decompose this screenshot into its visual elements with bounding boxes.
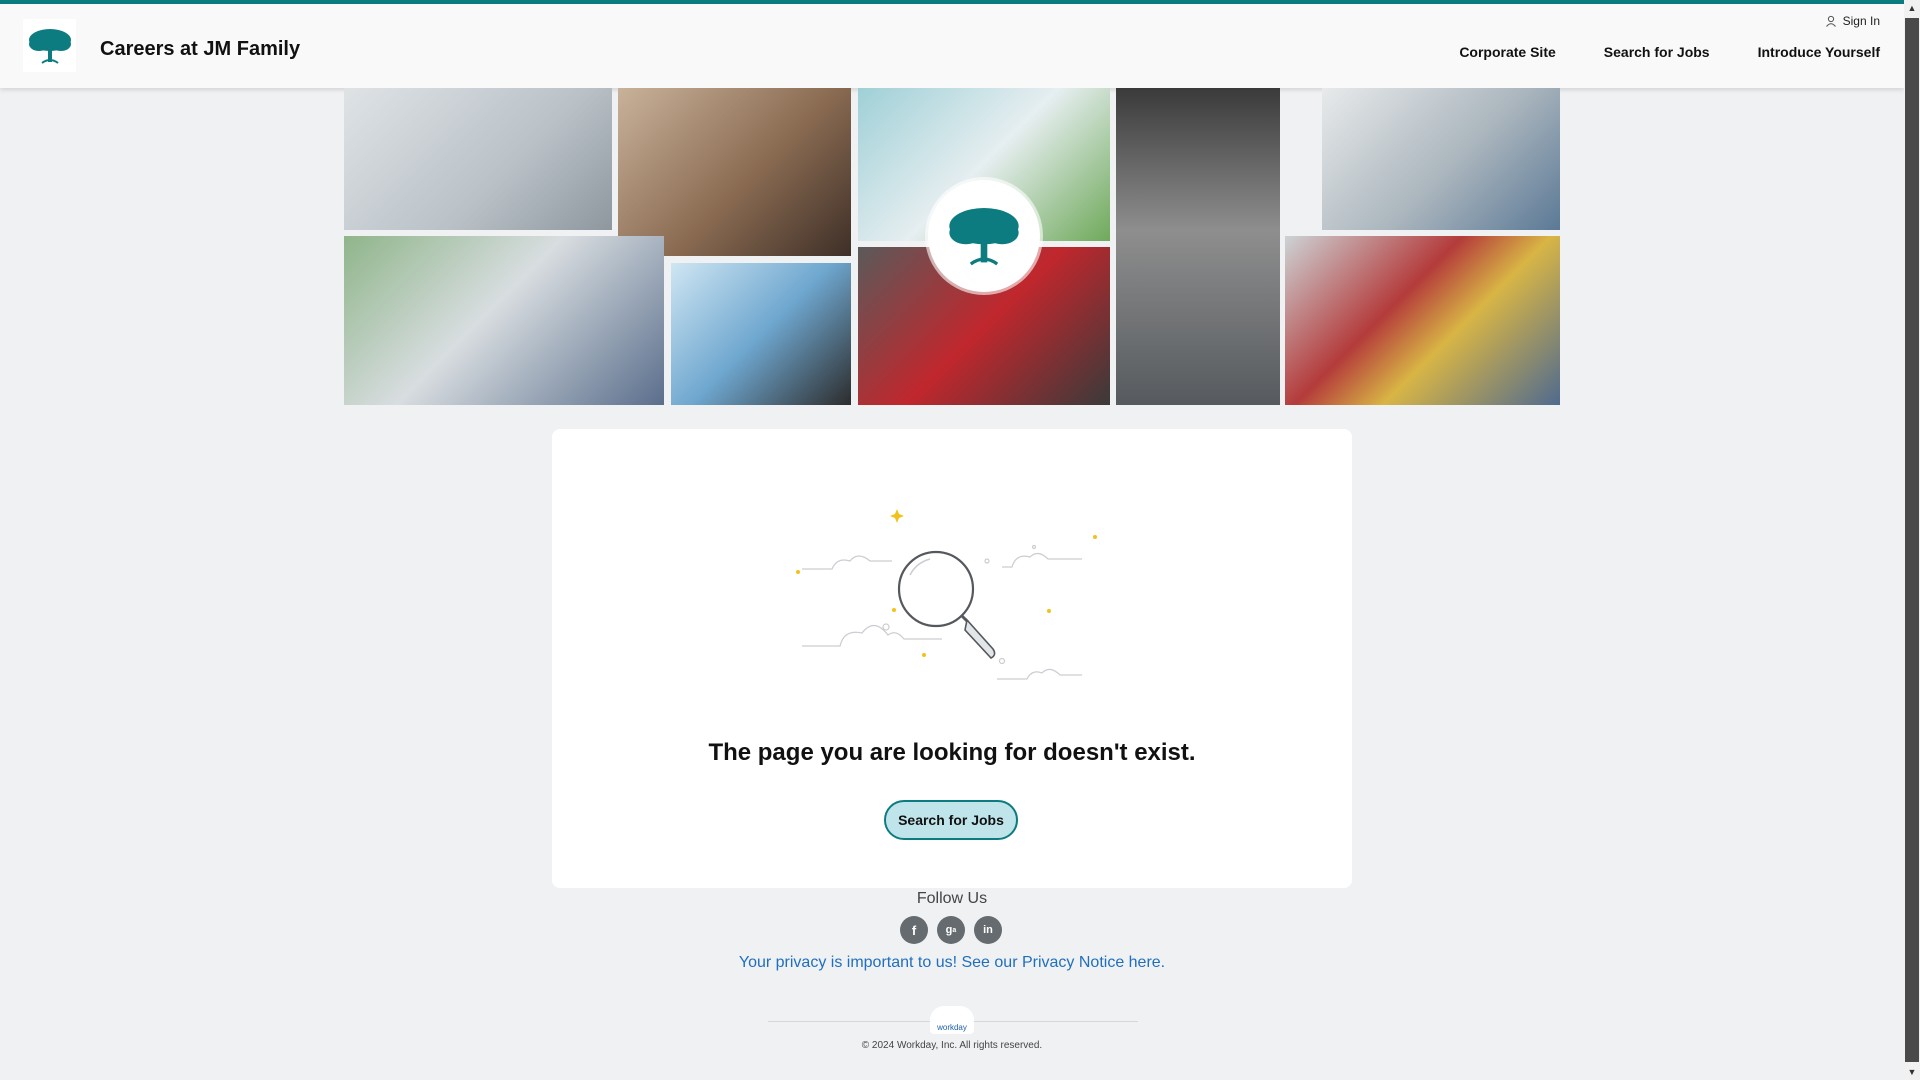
hero-photo-group-outdoor (344, 236, 664, 405)
hero-photo-chefs (618, 88, 851, 256)
nav-introduce-yourself[interactable]: Introduce Yourself (1758, 44, 1880, 60)
workday-logo: workday (930, 1006, 974, 1034)
site-title[interactable]: Careers at JM Family (100, 38, 300, 61)
sign-in-label: Sign In (1842, 14, 1880, 28)
nav-search-for-jobs[interactable]: Search for Jobs (1604, 44, 1710, 60)
company-logo[interactable] (23, 19, 76, 72)
user-icon (1825, 15, 1836, 27)
tree-icon (949, 207, 1019, 266)
page: Careers at JM Family Sign In Corporate S… (0, 0, 1904, 1080)
privacy-notice-link[interactable]: Your privacy is important to us! See our… (0, 954, 1904, 972)
site-header: Careers at JM Family Sign In Corporate S… (0, 4, 1904, 88)
hero-photo-technician (1116, 88, 1280, 405)
follow-us-label: Follow Us (916, 890, 988, 907)
copyright-text: © 2024 Workday, Inc. All rights reserved… (861, 1040, 1043, 1051)
error-title: The page you are looking for doesn't exi… (708, 739, 1196, 766)
hero-logo-badge (928, 180, 1040, 292)
search-for-jobs-button[interactable]: Search for Jobs (884, 800, 1018, 840)
sign-in-link[interactable]: Sign In (1825, 14, 1880, 28)
hero-photo-woman-laptop (671, 263, 851, 405)
scroll-up-arrow-icon[interactable]: ▲ (1904, 0, 1920, 16)
main-nav: Corporate Site Search for Jobs Introduce… (1459, 44, 1880, 60)
linkedin-icon[interactable]: in (974, 916, 1002, 944)
nav-corporate-site[interactable]: Corporate Site (1459, 44, 1555, 60)
social-links: f ga in (900, 916, 1002, 944)
scroll-down-arrow-icon[interactable]: ▼ (1904, 1064, 1920, 1080)
hero-photo-office-desk (344, 88, 612, 230)
hero-photo-team-awards (1285, 236, 1560, 405)
scrollbar-thumb[interactable] (1905, 18, 1919, 1062)
tree-icon (28, 28, 71, 64)
hero-collage (344, 88, 1560, 405)
glassdoor-icon[interactable]: ga (937, 916, 965, 944)
magnifier-illustration (796, 509, 1097, 680)
hero-photo-smiling-man (1322, 88, 1560, 230)
error-card: The page you are looking for doesn't exi… (552, 429, 1352, 888)
facebook-icon[interactable]: f (900, 916, 928, 944)
